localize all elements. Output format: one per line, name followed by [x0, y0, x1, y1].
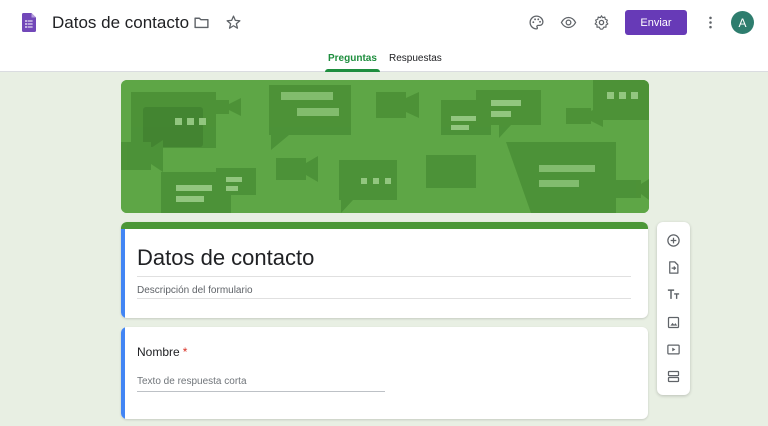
add-section-icon[interactable] — [665, 368, 682, 385]
form-title-card[interactable]: Datos de contacto Descripción del formul… — [121, 222, 648, 318]
preview-eye-icon[interactable] — [557, 11, 579, 33]
form-title[interactable]: Datos de contacto — [137, 245, 314, 271]
settings-gear-icon[interactable] — [590, 11, 612, 33]
add-image-icon[interactable] — [665, 314, 682, 331]
theme-color-stripe — [121, 222, 648, 229]
top-app-bar: Datos de contacto Enviar A Preguntas Res… — [0, 0, 768, 72]
question-toolbar — [657, 222, 690, 395]
folder-icon[interactable] — [190, 11, 212, 33]
focus-indicator — [121, 229, 125, 318]
add-question-icon[interactable] — [665, 232, 682, 249]
forms-logo-icon[interactable] — [22, 13, 36, 32]
tab-bar: Preguntas Respuestas — [0, 52, 768, 72]
description-underline — [137, 298, 631, 299]
short-answer-underline — [137, 391, 385, 392]
star-icon[interactable] — [222, 11, 244, 33]
add-title-icon[interactable] — [665, 286, 682, 303]
add-video-icon[interactable] — [665, 341, 682, 358]
question-card[interactable]: Nombre * Texto de respuesta corta — [121, 327, 648, 419]
question-label: Nombre — [137, 345, 180, 359]
more-vert-icon[interactable] — [699, 11, 721, 33]
title-divider — [137, 276, 631, 277]
required-mark: * — [182, 345, 188, 359]
import-questions-icon[interactable] — [665, 259, 682, 276]
form-description-field[interactable]: Descripción del formulario — [137, 285, 253, 296]
tab-questions[interactable]: Preguntas — [325, 52, 380, 72]
short-answer-placeholder: Texto de respuesta corta — [137, 376, 247, 387]
focus-indicator — [121, 327, 125, 419]
avatar[interactable]: A — [731, 11, 754, 34]
header-banner-image — [121, 80, 649, 213]
send-button[interactable]: Enviar — [625, 10, 687, 35]
palette-icon[interactable] — [525, 11, 547, 33]
document-title[interactable]: Datos de contacto — [52, 13, 189, 33]
question-title[interactable]: Nombre * — [137, 345, 187, 359]
tab-responses[interactable]: Respuestas — [389, 52, 442, 72]
